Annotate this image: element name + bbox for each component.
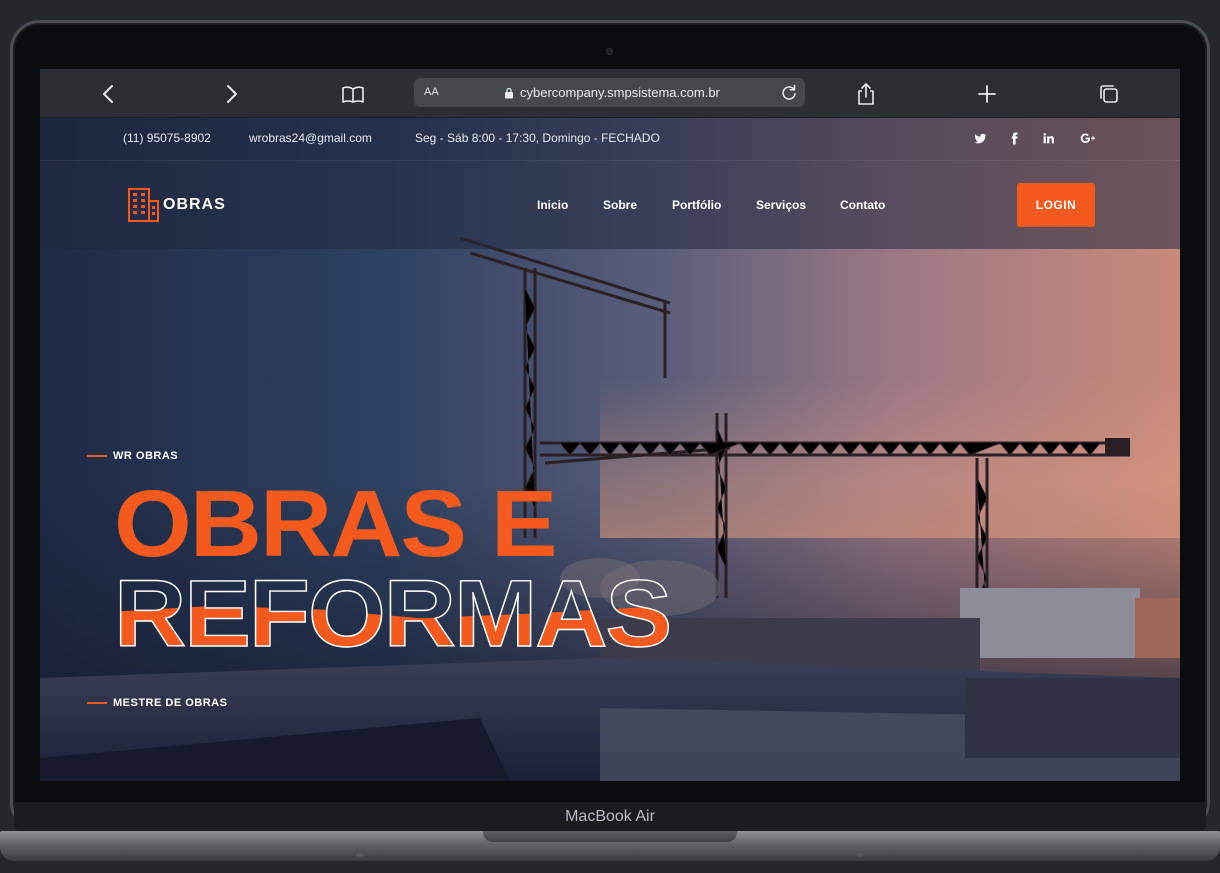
website: (11) 95075-8902 wrobras24@gmail.com Seg … — [40, 118, 1180, 781]
bookmarks-icon[interactable] — [340, 81, 366, 107]
site-logo[interactable]: OBRAS — [128, 187, 226, 223]
nav-link-servicos[interactable]: Serviços — [756, 198, 806, 212]
laptop-screen: AA cybercompany.smpsistema.com.br (11) 9… — [40, 69, 1180, 781]
opening-hours: Seg - Sáb 8:00 - 17:30, Domingo - FECHAD… — [415, 131, 660, 145]
linkedin-icon[interactable] — [1039, 130, 1057, 148]
contact-topbar: (11) 95075-8902 wrobras24@gmail.com Seg … — [40, 118, 1180, 161]
nav-link-sobre[interactable]: Sobre — [603, 198, 637, 212]
login-button[interactable]: LOGIN — [1017, 183, 1095, 227]
hero-eyebrow-top-text: WR OBRAS — [113, 450, 179, 462]
hero-eyebrow-top: WR OBRAS — [87, 450, 178, 462]
google-plus-icon[interactable] — [1077, 130, 1099, 148]
nav-link-portfolio[interactable]: Portfólio — [672, 198, 721, 212]
accent-line — [87, 455, 107, 457]
back-icon[interactable] — [96, 81, 122, 107]
laptop-foot — [856, 853, 864, 857]
hero-title-line2: REFORMAS — [113, 560, 673, 667]
webcam — [606, 48, 613, 55]
new-tab-icon[interactable] — [974, 81, 1000, 107]
twitter-icon[interactable] — [971, 130, 989, 148]
tabs-overview-icon[interactable] — [1096, 81, 1122, 107]
logo-text: OBRAS — [163, 196, 226, 213]
facebook-icon[interactable] — [1005, 130, 1023, 148]
hero-eyebrow-bottom-text: MESTRE DE OBRAS — [113, 697, 228, 709]
laptop-notch — [483, 831, 737, 842]
email-address[interactable]: wrobras24@gmail.com — [249, 131, 372, 145]
forward-icon[interactable] — [218, 81, 244, 107]
browser-toolbar: AA cybercompany.smpsistema.com.br — [40, 69, 1180, 118]
accent-line — [87, 702, 107, 704]
share-icon[interactable] — [853, 81, 879, 107]
device-label: MacBook Air — [565, 807, 655, 825]
text-size-button[interactable]: AA — [424, 86, 439, 98]
laptop-foot — [356, 853, 364, 857]
url-text: cybercompany.smpsistema.com.br — [520, 85, 720, 100]
address-bar[interactable]: AA cybercompany.smpsistema.com.br — [414, 78, 805, 107]
building-logo-icon — [128, 188, 159, 222]
reload-icon[interactable] — [780, 83, 799, 102]
lock-icon — [505, 87, 513, 98]
nav-link-inicio[interactable]: Inicio — [537, 198, 568, 212]
hero-eyebrow-bottom: MESTRE DE OBRAS — [87, 697, 227, 709]
main-navigation: OBRAS Inicio Sobre Portfólio Serviços Co… — [40, 161, 1180, 249]
nav-link-contato[interactable]: Contato — [840, 198, 885, 212]
hero-title-line1: OBRAS E — [114, 470, 558, 577]
laptop-chin: MacBook Air — [14, 802, 1206, 831]
url-display[interactable]: cybercompany.smpsistema.com.br — [504, 85, 720, 100]
phone-number[interactable]: (11) 95075-8902 — [123, 131, 211, 145]
